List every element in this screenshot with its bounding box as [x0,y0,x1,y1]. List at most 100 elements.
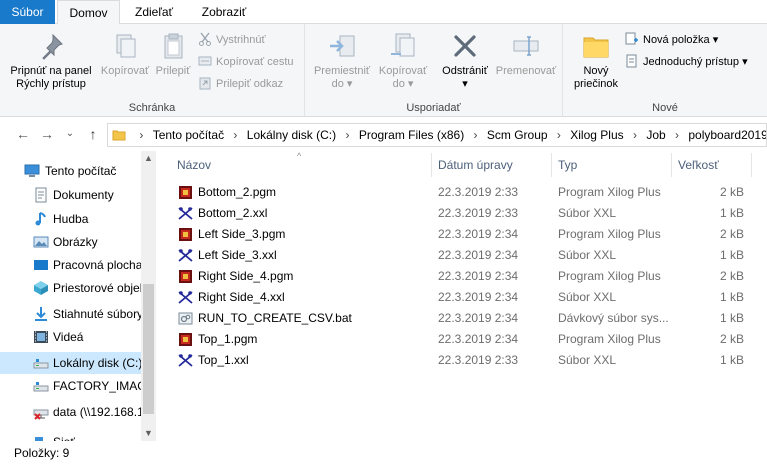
nav-item[interactable]: Stiahnuté súbory [0,303,141,325]
copy-path-icon [198,54,212,68]
cut-button[interactable]: Vystrihnúť [198,30,266,50]
file-date: 22.3.2019 2:34 [438,290,519,304]
new-item-icon [625,32,639,46]
breadcrumb-separator[interactable]: › [468,124,484,146]
clipboard-group: Pripnúť na panel Rýchly prístup Kopírova… [0,24,305,117]
breadcrumb-separator[interactable]: › [627,124,643,146]
nav-item[interactable]: Hudba [0,208,141,230]
copy-to-button[interactable]: Kopírovať do ▾ [374,30,432,91]
file-date: 22.3.2019 2:34 [438,227,519,241]
column-header-name[interactable]: Názov [177,153,211,177]
file-size: 2 kB [719,185,744,199]
new-item-button[interactable]: Nová položka ▾ [625,30,718,50]
easy-access-button[interactable]: Jednoduchý prístup ▾ [625,52,748,72]
tab-home[interactable]: Domov [57,0,120,25]
nav-pane-scrollbar[interactable]: ▲ ▼ [141,151,156,441]
nav-item[interactable]: data (\\192.168.1 [0,401,141,423]
breadcrumb-this-pc[interactable]: Tento počítač [153,124,224,146]
nav-item-label: data (\\192.168.1 [53,405,141,419]
address-bar[interactable]: › Tento počítač › Lokálny disk (C:) › Pr… [107,123,767,147]
file-row[interactable]: RUN_TO_CREATE_CSV.bat 22.3.2019 2:34 Dávko… [174,308,767,329]
nav-item[interactable]: Sieť [0,431,141,441]
forward-button[interactable]: → [38,125,56,143]
delete-dropdown-arrow[interactable]: ▾ [435,78,495,91]
back-button[interactable]: ← [14,125,32,143]
file-list: ^ Názov Dátum úpravy Typ Veľkosť Bottom_… [156,151,767,441]
new-group-label: Nové [652,102,678,114]
column-divider[interactable] [751,153,752,177]
file-name: Bottom_2.pgm [198,185,277,199]
breadcrumb-separator[interactable]: › [669,124,685,146]
nav-item[interactable]: Videá [0,326,141,348]
recent-locations-button[interactable]: ⌄ [61,125,79,143]
column-header-size[interactable]: Veľkosť [678,153,719,177]
computer-icon [24,163,40,179]
file-row[interactable]: Right Side_4.xxl 22.3.2019 2:34 Súbor XXL 1… [174,287,767,308]
file-name: Top_1.pgm [198,332,258,346]
breadcrumb-xilog-plus[interactable]: Xilog Plus [570,124,623,146]
nav-item-label: Stiahnuté súbory [53,307,141,321]
column-divider[interactable] [671,153,672,177]
file-row[interactable]: Top_1.pgm 22.3.2019 2:34 Program Xilog Plu… [174,329,767,350]
tab-view[interactable]: Zobraziť [188,0,260,24]
move-to-button[interactable]: Premiestniť do ▾ [310,30,374,91]
scrollbar-thumb[interactable] [143,284,154,414]
nav-item[interactable]: Lokálny disk (C:) [0,352,141,374]
nav-item[interactable]: Dokumenty [0,184,141,206]
rename-label: Premenovať [495,65,557,77]
paste-shortcut-button[interactable]: Prilepiť odkaz [198,74,283,94]
file-row[interactable]: Left Side_3.xxl 22.3.2019 2:34 Súbor XXL 1 … [174,245,767,266]
copy-button[interactable]: Kopírovať [98,30,152,78]
paste-button[interactable]: Prilepiť [152,30,194,78]
nav-item-label: FACTORY_IMAGE [53,379,141,393]
breadcrumb-local-disk[interactable]: Lokálny disk (C:) [247,124,336,146]
copy-path-button[interactable]: Kopírovať cestu [198,52,294,72]
pin-icon [42,33,63,60]
scroll-up-icon[interactable]: ▲ [141,151,156,165]
file-row[interactable]: Left Side_3.pgm 22.3.2019 2:34 Program Xil… [174,224,767,245]
file-row[interactable]: Bottom_2.xxl 22.3.2019 2:33 Súbor XXL 1 kB [174,203,767,224]
drive-icon [33,355,49,371]
nav-item[interactable]: FACTORY_IMAGE [0,375,141,397]
file-row[interactable]: Top_1.xxl 22.3.2019 2:33 Súbor XXL 1 kB [174,350,767,371]
breadcrumb-program-files[interactable]: Program Files (x86) [359,124,464,146]
nav-item-label: Tento počítač [45,164,117,178]
delete-button[interactable]: Odstrániť ▾ [435,30,495,91]
column-header-type[interactable]: Typ [558,153,577,177]
breadcrumb-scm-group[interactable]: Scm Group [487,124,548,146]
scissors-icon [198,32,212,46]
breadcrumb-separator[interactable]: › [133,124,149,146]
nav-item[interactable]: Obrázky [0,231,141,253]
up-button[interactable]: ↑ [84,125,102,143]
file-size: 2 kB [719,269,744,283]
pin-quick-access-button[interactable]: Pripnúť na panel Rýchly prístup [4,30,98,91]
downloads-icon [33,306,49,322]
file-row[interactable]: Bottom_2.pgm 22.3.2019 2:33 Program Xilog … [174,182,767,203]
breadcrumb-polyboard2019[interactable]: polyboard2019 [688,124,766,146]
breadcrumb-separator[interactable]: › [339,124,355,146]
column-divider[interactable] [431,153,432,177]
breadcrumb-separator[interactable]: › [551,124,567,146]
tab-share[interactable]: Zdieľať [122,0,186,24]
copy-to-line1: Kopírovať [378,65,428,77]
breadcrumb-job[interactable]: Job [646,124,665,146]
nav-item[interactable]: Tento počítač [0,160,141,182]
tab-file[interactable]: Súbor [0,0,55,24]
file-type: Súbor XXL [558,353,617,367]
status-bar: Položky: 9 [0,441,767,465]
column-divider[interactable] [551,153,552,177]
file-date: 22.3.2019 2:33 [438,185,519,199]
file-row[interactable]: Right Side_4.pgm 22.3.2019 2:34 Program Xi… [174,266,767,287]
new-folder-button[interactable]: Nový priečinok [567,30,625,91]
column-header-date[interactable]: Dátum úpravy [438,153,513,177]
nav-item[interactable]: Pracovná plocha [0,254,141,276]
nav-item[interactable]: Priestorové objekty [0,277,141,299]
nav-item-label: Sieť [53,431,75,441]
xilog-program-icon [178,269,193,284]
breadcrumb-separator[interactable]: › [227,124,243,146]
rename-button[interactable]: Premenovať [493,30,559,78]
clipboard-icon [164,33,183,59]
scroll-down-icon[interactable]: ▼ [141,426,156,440]
nav-item-label: Obrázky [53,235,98,249]
nav-item-label: Dokumenty [53,188,114,202]
